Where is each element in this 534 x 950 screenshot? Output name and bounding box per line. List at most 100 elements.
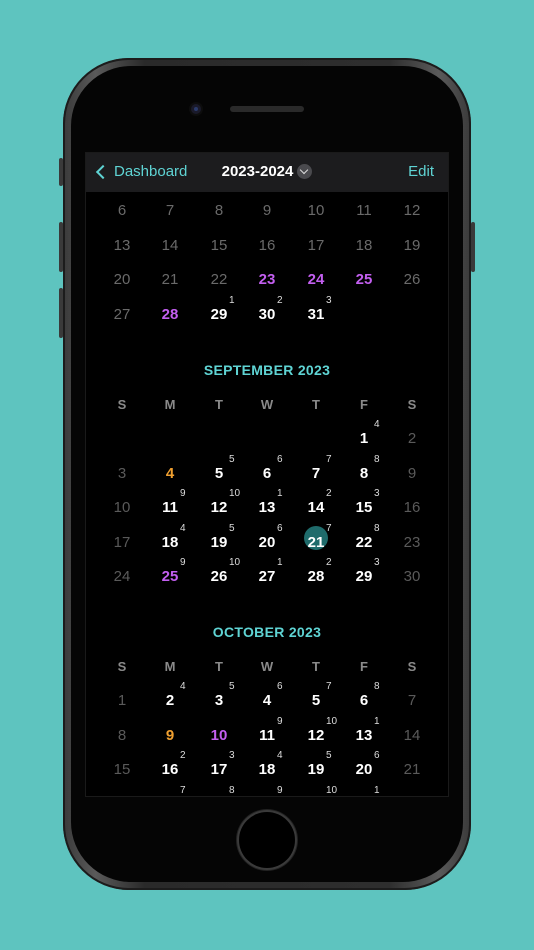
day-cell[interactable]: 16 2 xyxy=(146,750,194,785)
day-cell[interactable]: 9 xyxy=(146,721,194,751)
day-cell[interactable]: 21 xyxy=(388,755,436,785)
day-cell[interactable]: 14 xyxy=(146,231,194,261)
home-button[interactable] xyxy=(239,812,295,868)
calendar-scroll-view[interactable]: 6 7 8 9 10 11 12 13 14 15 16 17 18 19 20 21 22 23 24 25 26 27… xyxy=(86,192,448,797)
day-cell[interactable]: 28 xyxy=(146,300,194,330)
day-cell[interactable]: 20 6 xyxy=(243,523,291,558)
day-cell[interactable]: 26 xyxy=(388,265,436,295)
day-cell[interactable]: 12 xyxy=(388,196,436,226)
day-cell[interactable]: 25 xyxy=(340,265,388,295)
day-cell[interactable]: 21 7 xyxy=(292,523,340,558)
day-cell[interactable]: 20 6 xyxy=(340,750,388,785)
day-cycle-number: 5 xyxy=(229,453,235,465)
day-cell[interactable]: 16 xyxy=(243,231,291,261)
day-number: 3 xyxy=(214,692,224,709)
day-cell[interactable]: 13 1 xyxy=(243,488,291,523)
day-cell[interactable]: 31 3 xyxy=(292,295,340,330)
day-number: 30 xyxy=(258,305,276,323)
day-cell[interactable]: 7 xyxy=(146,785,194,797)
day-cell[interactable]: 24 xyxy=(98,562,146,592)
day-cell[interactable]: 14 2 xyxy=(292,488,340,523)
day-cell[interactable]: 24 xyxy=(292,265,340,295)
day-cell[interactable]: 15 xyxy=(98,755,146,785)
day-cell[interactable]: 15 xyxy=(195,231,243,261)
day-cell[interactable]: 11 xyxy=(340,196,388,226)
day-cell[interactable]: 29 1 xyxy=(195,295,243,330)
day-cell[interactable]: 15 3 xyxy=(340,488,388,523)
day-cell[interactable]: 20 xyxy=(98,265,146,295)
day-cell[interactable]: 29 3 xyxy=(340,557,388,592)
day-cell[interactable]: 10 xyxy=(292,785,340,797)
day-cell[interactable]: 7 xyxy=(146,196,194,226)
day-cell[interactable]: 17 3 xyxy=(195,750,243,785)
day-cell[interactable]: 7 xyxy=(388,686,436,716)
day-cell[interactable]: 28 2 xyxy=(292,557,340,592)
day-cell[interactable]: 22 xyxy=(195,265,243,295)
day-cell[interactable]: 11 9 xyxy=(243,716,291,751)
day-cell[interactable]: 4 xyxy=(146,459,194,489)
day-number: 10 xyxy=(307,202,325,219)
day-cell[interactable]: 88 xyxy=(340,454,388,489)
day-cycle-number: 3 xyxy=(374,557,380,568)
edit-button[interactable]: Edit xyxy=(408,163,434,180)
day-cell[interactable]: 18 xyxy=(340,231,388,261)
day-cell[interactable]: 13 1 xyxy=(340,716,388,751)
day-number: 28 xyxy=(307,568,325,585)
day-cell[interactable]: 68 xyxy=(340,681,388,716)
day-cell[interactable]: 16 xyxy=(388,493,436,523)
year-selector[interactable]: 2023-2024 xyxy=(86,163,448,180)
day-cell[interactable]: 2 xyxy=(388,424,436,454)
day-cell[interactable]: 55 xyxy=(195,454,243,489)
day-cell[interactable]: 23 xyxy=(388,528,436,558)
day-cell[interactable]: 1 xyxy=(340,785,388,797)
day-cell[interactable]: 27 xyxy=(98,300,146,330)
day-cell[interactable]: 30 2 xyxy=(243,295,291,330)
day-cell[interactable]: 23 xyxy=(243,265,291,295)
weekday-header: S xyxy=(407,397,417,412)
day-cell[interactable]: 8 xyxy=(195,785,243,797)
day-cell[interactable]: 9 xyxy=(243,196,291,226)
day-cell[interactable]: 30 xyxy=(388,562,436,592)
day-cell[interactable]: 18 4 xyxy=(243,750,291,785)
day-cell[interactable]: 46 xyxy=(243,681,291,716)
day-cell[interactable]: 27 1 xyxy=(243,557,291,592)
day-cell[interactable]: 8 xyxy=(195,196,243,226)
day-cell[interactable]: 25 9 xyxy=(146,557,194,592)
day-cell[interactable]: 77 xyxy=(292,454,340,489)
day-number: 13 xyxy=(113,236,131,254)
day-cell[interactable]: 10 xyxy=(195,721,243,751)
day-cell[interactable]: 66 xyxy=(243,454,291,489)
day-cell[interactable]: 18 4 xyxy=(146,523,194,558)
day-cell[interactable]: 19 xyxy=(388,231,436,261)
day-cycle-number: 6 xyxy=(277,681,283,692)
day-cell[interactable]: 21 xyxy=(146,265,194,295)
day-cell[interactable]: 11 9 xyxy=(146,488,194,523)
day-cycle-number: 5 xyxy=(229,522,235,534)
day-cell[interactable]: 17 xyxy=(98,528,146,558)
day-cell[interactable]: 57 xyxy=(292,681,340,716)
day-cell[interactable]: 19 5 xyxy=(195,523,243,558)
day-cell[interactable]: 17 xyxy=(292,231,340,261)
day-number: 17 xyxy=(210,761,228,778)
day-cell[interactable]: 35 xyxy=(195,681,243,716)
day-cell[interactable]: 24 xyxy=(146,681,194,716)
day-cell[interactable]: 26 10 xyxy=(195,557,243,592)
day-cell[interactable]: 12 10 xyxy=(292,716,340,751)
day-cell[interactable]: 12 10 xyxy=(195,488,243,523)
day-cell[interactable]: 22 8 xyxy=(340,523,388,558)
day-cell[interactable]: 3 xyxy=(98,459,146,489)
day-cell[interactable]: 8 xyxy=(98,721,146,751)
day-cell[interactable]: 19 5 xyxy=(292,750,340,785)
day-cell[interactable]: 14 xyxy=(340,419,388,454)
day-cell[interactable]: 14 xyxy=(388,721,436,751)
day-number: 4 xyxy=(165,464,175,482)
day-cell[interactable]: 13 xyxy=(98,231,146,261)
day-number: 25 xyxy=(161,568,179,585)
day-cycle-number: 4 xyxy=(374,419,380,430)
day-cell[interactable]: 10 xyxy=(292,196,340,226)
day-cell[interactable]: 10 xyxy=(98,493,146,523)
day-cell[interactable]: 9 xyxy=(388,459,436,489)
day-cell[interactable]: 6 xyxy=(98,196,146,226)
day-cell[interactable]: 9 xyxy=(243,785,291,797)
day-cell[interactable]: 1 xyxy=(98,686,146,716)
